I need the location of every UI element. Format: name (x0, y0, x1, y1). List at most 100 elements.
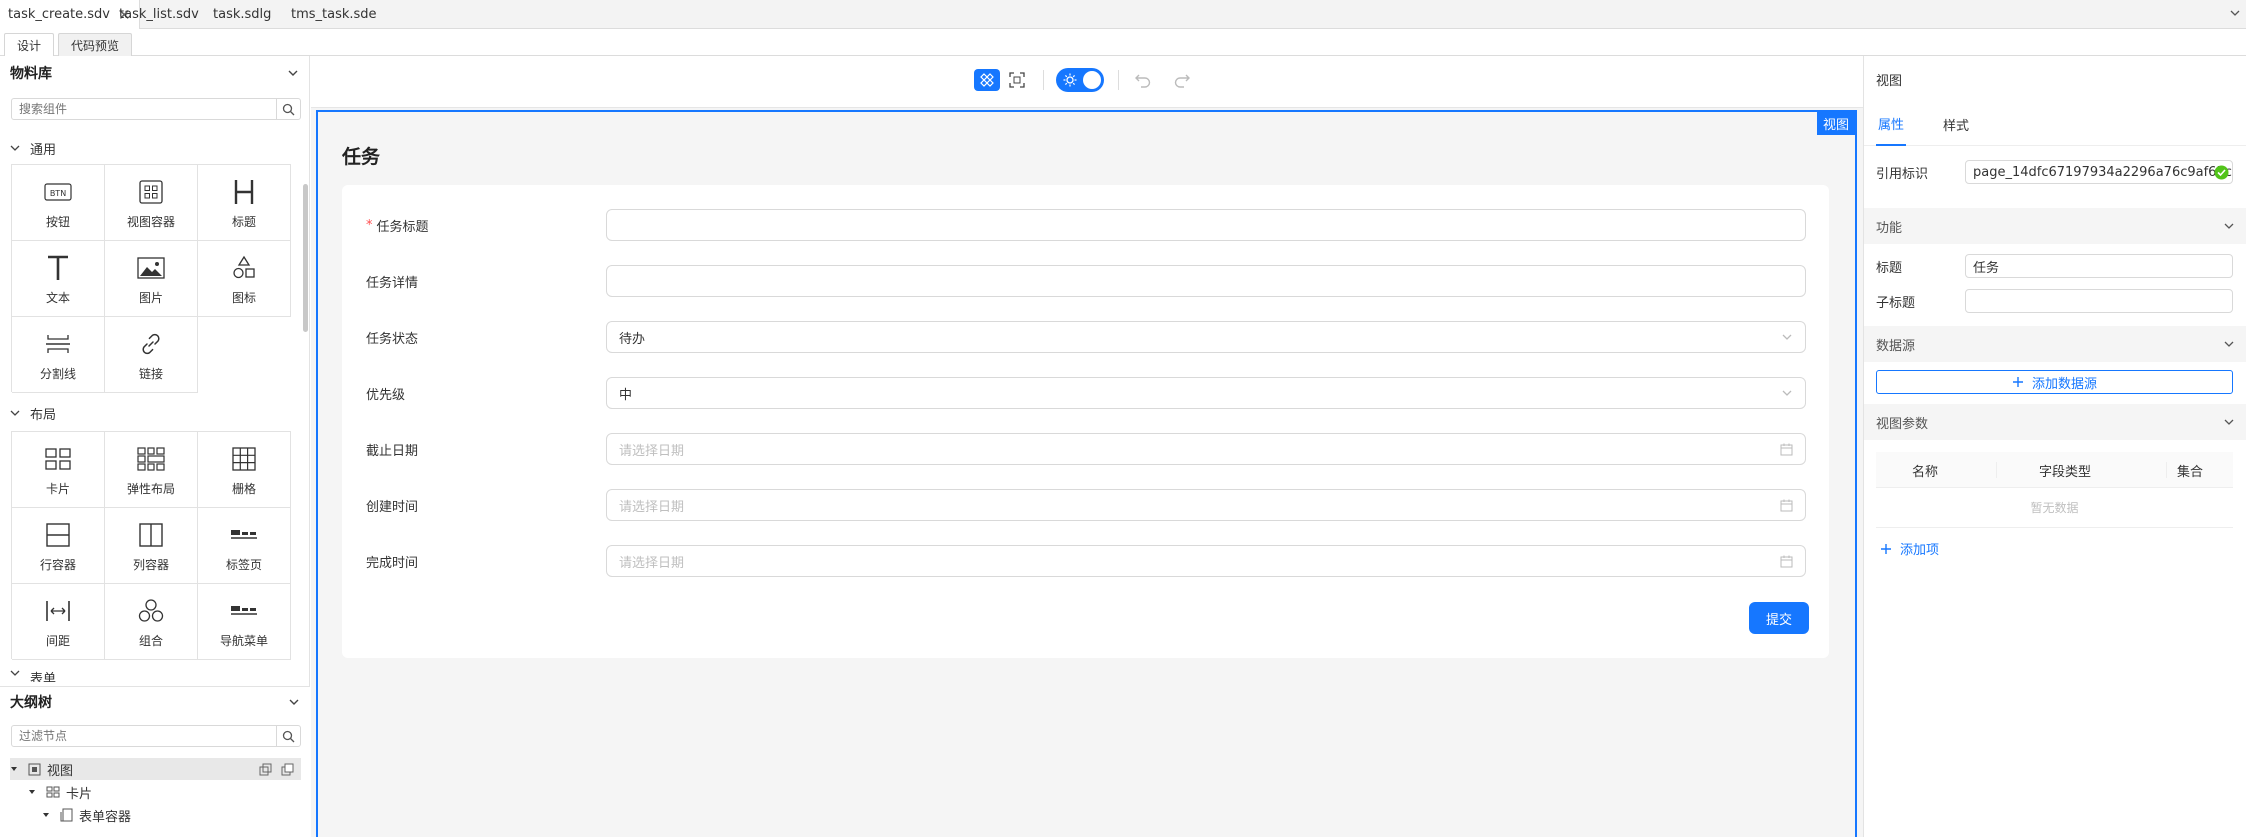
component-search-input[interactable] (12, 99, 276, 119)
button-label: 添加数据源 (2031, 376, 2097, 392)
add-datasource-button[interactable]: 添加数据源 (1876, 370, 2233, 394)
check-circle-icon (2214, 165, 2229, 180)
library-header[interactable]: 物料库 (0, 56, 309, 90)
properties-panel: 视图 属性 样式 引用标识 page_14dfc67197934a2296a76… (1863, 56, 2246, 837)
section-title: 数据源 (1876, 338, 1916, 354)
chevron-down-icon[interactable] (287, 67, 299, 79)
section-title: 通用 (30, 142, 57, 158)
component-icon[interactable]: 图标 (198, 241, 291, 317)
component-group[interactable]: 组合 (105, 584, 198, 660)
task-detail-input[interactable] (606, 265, 1806, 297)
screenshot-button[interactable] (1004, 69, 1030, 91)
tab-attributes[interactable]: 属性 (1876, 102, 1907, 146)
component-column-container[interactable]: 列容器 (105, 508, 198, 584)
due-date-picker[interactable]: 请选择日期 (606, 433, 1806, 465)
caret-down-icon[interactable] (28, 788, 36, 796)
input-value: page_14dfc67197934a2296a76c9af65c (1973, 164, 2232, 180)
component-card[interactable]: 卡片 (12, 432, 105, 508)
ref-id-label: 引用标识 (1876, 166, 1929, 182)
section-function[interactable]: 功能 (1864, 208, 2246, 244)
priority-select[interactable]: 中 (606, 377, 1806, 409)
component-view-container[interactable]: 视图容器 (105, 165, 198, 241)
component-heading[interactable]: 标题 (198, 165, 291, 241)
tree-node-form-container[interactable]: 表单容器 (42, 804, 131, 826)
component-search (11, 98, 301, 120)
section-datasource[interactable]: 数据源 (1864, 326, 2246, 362)
section-view-params[interactable]: 视图参数 (1864, 404, 2246, 440)
task-status-select[interactable]: 待办 (606, 321, 1806, 353)
chevron-down-icon (2223, 416, 2235, 428)
file-tab-label: task.sdlg (213, 7, 272, 22)
component-button[interactable]: BTN 按钮 (12, 165, 105, 241)
form-card[interactable]: * 任务标题 任务详情 任务状态 待办 优先级 中 截止日期 请选择日期 创建时… (342, 185, 1829, 658)
copy-icon[interactable] (259, 763, 272, 776)
section-layout[interactable]: 布局 (10, 401, 56, 425)
tab-styles[interactable]: 样式 (1943, 102, 1969, 146)
subtitle-input[interactable] (1965, 289, 2233, 313)
file-tab-task-sdlg[interactable]: task.sdlg (205, 0, 279, 29)
redo-icon[interactable] (1173, 71, 1191, 89)
tree-node-card[interactable]: 卡片 (28, 781, 92, 803)
column-container-icon (138, 520, 164, 550)
component-tabs[interactable]: 标签页 (198, 508, 291, 584)
canvas-toolbar (311, 56, 1863, 108)
outline-search-input[interactable] (12, 726, 276, 746)
component-flex-layout[interactable]: 弹性布局 (105, 432, 198, 508)
undo-icon[interactable] (1134, 71, 1152, 89)
theme-toggle[interactable] (1056, 68, 1104, 92)
component-label: 弹性布局 (126, 482, 175, 496)
ref-id-input[interactable]: page_14dfc67197934a2296a76c9af65c (1965, 160, 2233, 184)
outline-header[interactable]: 大纲树 (0, 687, 310, 717)
component-label: 按钮 (45, 215, 70, 229)
tree-node-view[interactable]: 视图 (10, 758, 301, 780)
toolbar-divider (1043, 70, 1044, 90)
section-title: 表单 (30, 672, 57, 682)
completed-time-picker[interactable]: 请选择日期 (606, 545, 1806, 577)
tab-label: 代码预览 (71, 38, 120, 53)
component-row-container[interactable]: 行容器 (12, 508, 105, 584)
file-tab-tms-task[interactable]: tms_task.sde (283, 0, 385, 29)
toolbar-divider (1118, 70, 1119, 90)
search-icon[interactable] (276, 726, 300, 746)
calendar-icon (1780, 555, 1793, 568)
add-item-button[interactable]: 添加项 (1880, 539, 1939, 558)
date-placeholder: 请选择日期 (619, 499, 685, 515)
duplicate-icon[interactable] (281, 763, 294, 776)
component-image[interactable]: 图片 (105, 241, 198, 317)
chevron-down-icon[interactable] (2230, 8, 2240, 18)
component-nav-menu[interactable]: 导航菜单 (198, 584, 291, 660)
plus-icon (1880, 543, 1892, 555)
form-label: * 任务标题 (366, 209, 429, 241)
component-text[interactable]: 文本 (12, 241, 105, 317)
tab-code-preview[interactable]: 代码预览 (58, 33, 133, 56)
form-label: 优先级 (366, 387, 406, 403)
view-params-table: 名称 字段类型 集合 暂无数据 (1876, 452, 2233, 528)
caret-down-icon[interactable] (42, 811, 50, 819)
library-title: 物料库 (10, 66, 52, 82)
component-spacing[interactable]: 间距 (12, 584, 105, 660)
properties-title: 视图 (1876, 74, 1903, 89)
submit-button[interactable]: 提交 (1749, 602, 1809, 634)
section-form[interactable]: 表单 (10, 668, 56, 682)
component-grid[interactable]: 栅格 (198, 432, 291, 508)
component-divider[interactable]: 分割线 (12, 317, 105, 393)
library-scrollbar[interactable] (303, 184, 308, 332)
search-icon[interactable] (276, 99, 300, 119)
chevron-down-icon[interactable] (288, 696, 300, 708)
component-label: 文本 (45, 291, 70, 305)
view-container-icon (138, 177, 164, 207)
tab-design[interactable]: 设计 (4, 33, 55, 56)
view-tag[interactable]: 视图 (1816, 112, 1855, 135)
title-input[interactable]: 任务 (1965, 254, 2233, 278)
created-time-picker[interactable]: 请选择日期 (606, 489, 1806, 521)
section-general[interactable]: 通用 (10, 136, 56, 160)
component-label: 间距 (45, 634, 70, 648)
caret-down-icon[interactable] (10, 765, 18, 773)
column-divider (2166, 462, 2167, 478)
component-mode-button[interactable] (974, 69, 1000, 91)
view-frame[interactable]: 视图 任务 * 任务标题 任务详情 任务状态 待办 优先级 中 截止日期 请选择… (316, 110, 1857, 837)
file-tab-task-list[interactable]: task_list.sdv (111, 0, 207, 29)
form-label-text: 任务标题 (376, 219, 429, 235)
component-link[interactable]: 链接 (105, 317, 198, 393)
task-title-input[interactable] (606, 209, 1806, 241)
